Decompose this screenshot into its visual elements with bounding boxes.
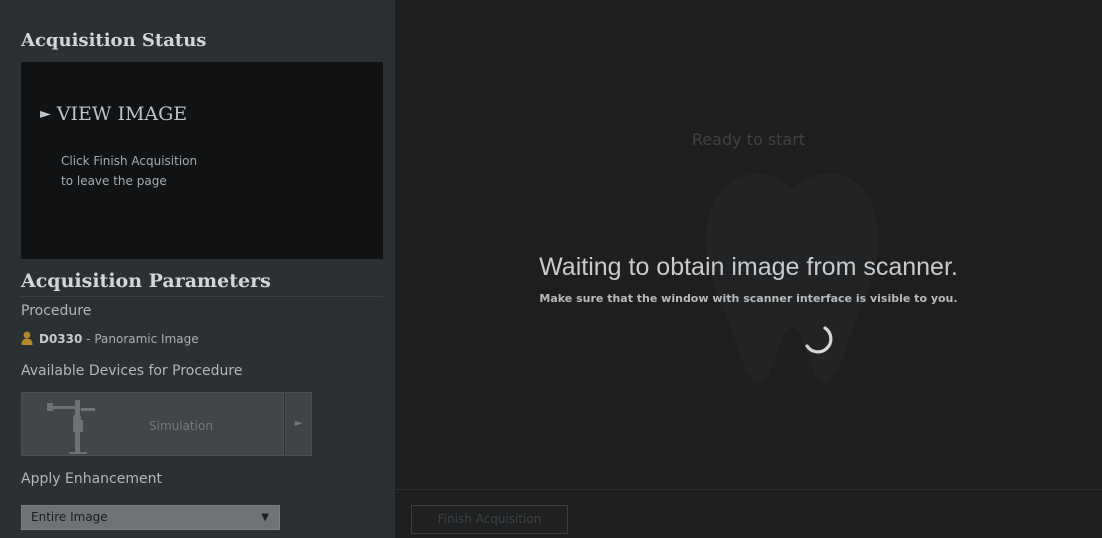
parameters-divider xyxy=(21,296,383,297)
hint-line-2: to leave the page xyxy=(61,174,167,188)
person-icon xyxy=(21,331,33,345)
status-hint: Click Finish Acquisition to leave the pa… xyxy=(61,151,261,191)
device-next-button[interactable]: ► xyxy=(285,392,312,456)
visibility-hint: Make sure that the window with scanner i… xyxy=(539,292,958,305)
chevron-right-icon: ► xyxy=(294,418,303,429)
loading-spinner-icon xyxy=(805,326,833,354)
view-image-label: VIEW IMAGE xyxy=(56,103,188,125)
enhancement-label: Apply Enhancement xyxy=(21,471,162,487)
acquisition-parameters-title: Acquisition Parameters xyxy=(21,270,271,292)
finish-acquisition-button[interactable]: Finish Acquisition xyxy=(411,505,568,534)
waiting-message: Waiting to obtain image from scanner. xyxy=(539,253,958,281)
footer-divider xyxy=(395,489,1102,490)
enhancement-value: Entire Image xyxy=(31,510,108,524)
enhancement-select[interactable]: Entire Image ▼ xyxy=(21,505,280,530)
left-panel: Acquisition Status ► VIEW IMAGE Click Fin… xyxy=(0,0,395,538)
hint-line-1: Click Finish Acquisition xyxy=(61,154,198,168)
scanner-device-icon xyxy=(47,400,95,454)
devices-label: Available Devices for Procedure xyxy=(21,363,243,379)
procedure-value: D0330 - Panoramic Image xyxy=(21,331,199,346)
play-arrow-icon: ► xyxy=(40,106,51,122)
view-image-link[interactable]: ► VIEW IMAGE xyxy=(40,103,187,125)
caret-down-icon: ▼ xyxy=(261,512,269,523)
scanner-panel: Ready to start Waiting to obtain image f… xyxy=(395,0,1102,538)
procedure-label: Procedure xyxy=(21,303,92,319)
acquisition-status-title: Acquisition Status xyxy=(21,30,207,51)
procedure-code: D0330 xyxy=(39,332,83,346)
procedure-name: - Panoramic Image xyxy=(82,332,199,346)
ready-status: Ready to start xyxy=(691,130,806,149)
device-name: Simulation xyxy=(149,419,213,433)
